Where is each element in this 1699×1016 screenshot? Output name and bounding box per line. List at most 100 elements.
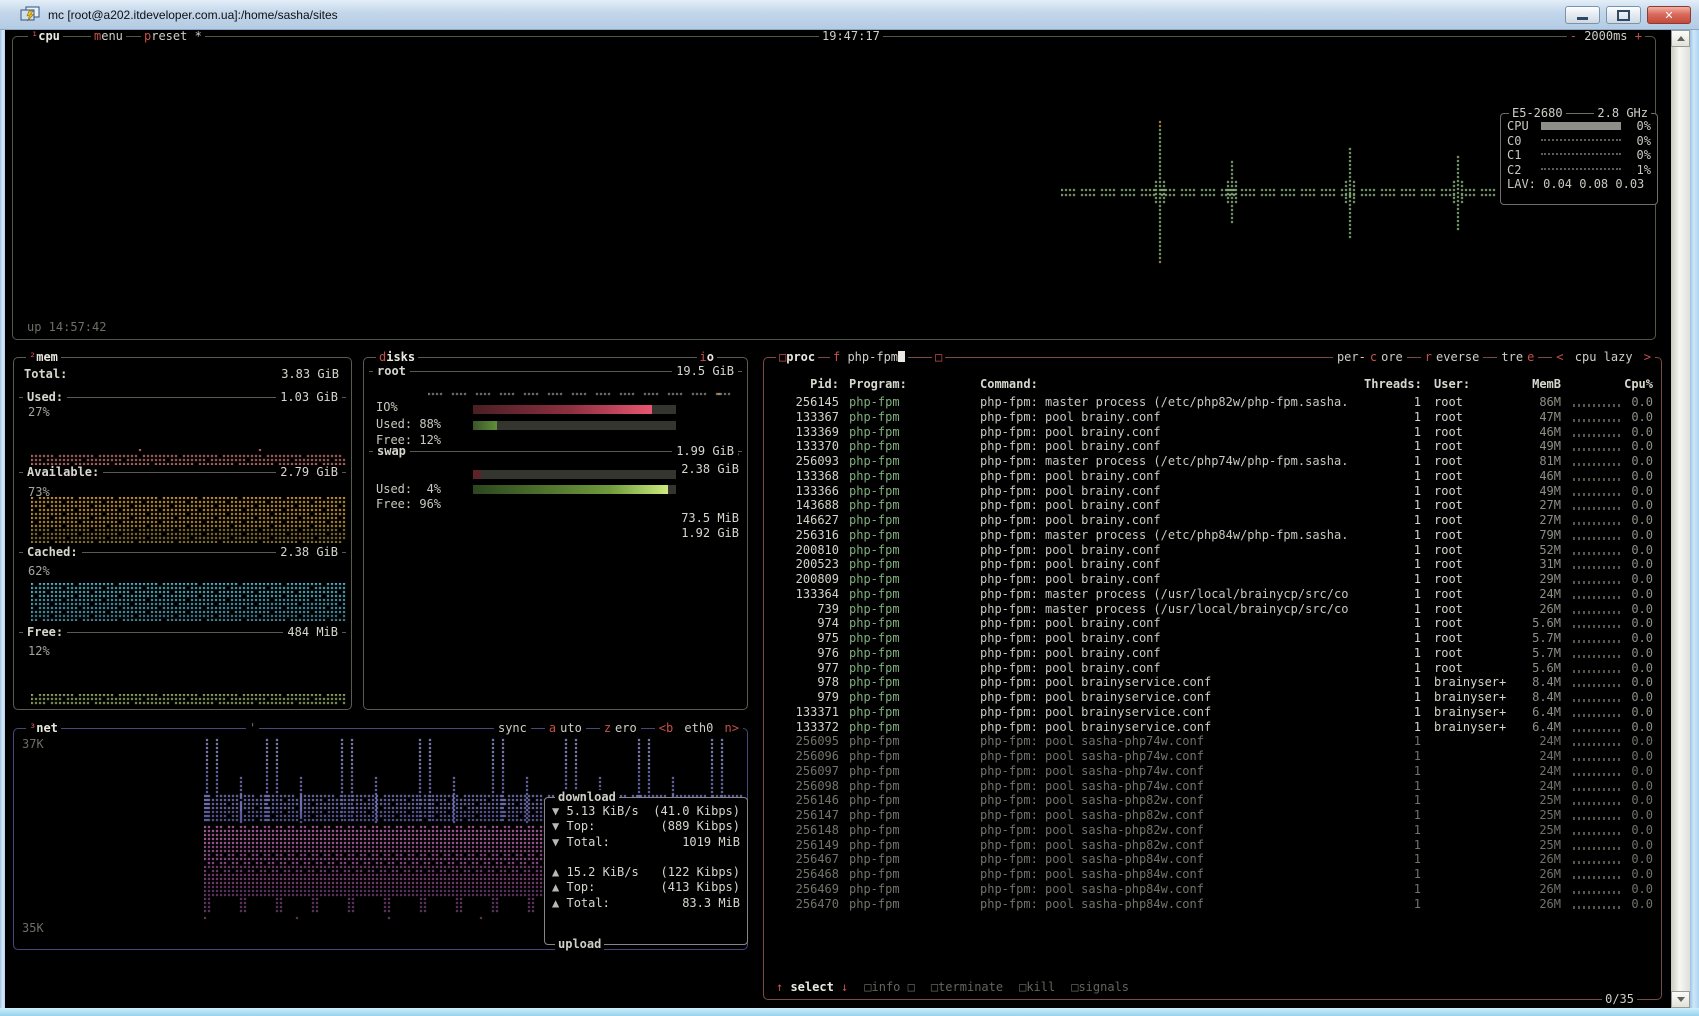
cell-threads: 1	[1364, 646, 1421, 661]
proc-row[interactable]: 133368php-fpmphp-fpm: pool brainy.conf1r…	[764, 469, 1661, 484]
proc-row[interactable]: 256145php-fpmphp-fpm: master process (/e…	[764, 395, 1661, 410]
disk-swap-size: 1.99 GiB	[672, 444, 738, 459]
sort-selector[interactable]: < cpu lazy >	[1552, 350, 1655, 365]
cell-pid: 200523	[772, 557, 839, 572]
core-value: 0%	[1627, 148, 1651, 163]
signals-button[interactable]: □signals	[1071, 980, 1129, 995]
proc-row[interactable]: 256468php-fpmphp-fpm: pool sasha-php84w.…	[764, 867, 1661, 882]
col-pid[interactable]: Pid:	[772, 377, 839, 392]
proc-row[interactable]: 133364php-fpmphp-fpm: master process (/u…	[764, 587, 1661, 602]
proc-row[interactable]: 979php-fpmphp-fpm: pool brainyservice.co…	[764, 690, 1661, 705]
cell-command: php-fpm: pool sasha-php84w.conf	[980, 882, 1204, 897]
cell-command: php-fpm: pool brainy.conf	[980, 439, 1161, 454]
col-cpu[interactable]: Cpu%	[1596, 377, 1653, 392]
proc-box-title[interactable]: □proc	[776, 350, 818, 365]
cpu-usage-graph	[1061, 113, 1496, 266]
kill-button[interactable]: □kill	[1019, 980, 1055, 995]
proc-row[interactable]: 256096php-fpmphp-fpm: pool sasha-php74w.…	[764, 749, 1661, 764]
cell-threads: 1	[1364, 882, 1421, 897]
proc-row[interactable]: 256470php-fpmphp-fpm: pool sasha-php84w.…	[764, 897, 1661, 912]
net-auto-toggle[interactable]: auto	[545, 721, 586, 736]
net-box: ³net ' sync auto zero <b eth0 n> 37K 35K…	[13, 728, 748, 950]
proc-row[interactable]: 256095php-fpmphp-fpm: pool sasha-php74w.…	[764, 734, 1661, 749]
cell-threads: 1	[1364, 838, 1421, 853]
proc-row[interactable]: 976php-fpmphp-fpm: pool brainy.conf1root…	[764, 646, 1661, 661]
col-program[interactable]: Program:	[849, 377, 907, 392]
menu-button[interactable]: menu	[91, 30, 126, 44]
scroll-up-button[interactable]	[1671, 30, 1690, 47]
proc-row[interactable]: 200523php-fpmphp-fpm: pool brainy.conf1r…	[764, 557, 1661, 572]
proc-row[interactable]: 133372php-fpmphp-fpm: pool brainyservice…	[764, 720, 1661, 735]
proc-row[interactable]: 256098php-fpmphp-fpm: pool sasha-php74w.…	[764, 779, 1661, 794]
col-command[interactable]: Command:	[980, 377, 1038, 392]
proc-row[interactable]: 256097php-fpmphp-fpm: pool sasha-php74w.…	[764, 764, 1661, 779]
col-threads[interactable]: Threads:	[1364, 377, 1421, 392]
cell-program: php-fpm	[849, 675, 900, 690]
cell-command: php-fpm: pool sasha-php84w.conf	[980, 897, 1204, 912]
proc-row[interactable]: 133369php-fpmphp-fpm: pool brainy.conf1r…	[764, 425, 1661, 440]
proc-row[interactable]: 256146php-fpmphp-fpm: pool sasha-php82w.…	[764, 793, 1661, 808]
cell-command: php-fpm: pool sasha-php82w.conf	[980, 823, 1204, 838]
cell-user: root	[1434, 410, 1463, 425]
proc-selection-counter: 0/35	[1602, 992, 1637, 1007]
terminate-button[interactable]: □terminate	[931, 980, 1003, 995]
scrollbar-track[interactable]	[1671, 30, 1690, 1008]
cpu-box-title[interactable]: ¹cpu	[28, 30, 63, 44]
tree-toggle[interactable]: tree	[1497, 350, 1538, 365]
proc-row[interactable]: 974php-fpmphp-fpm: pool brainy.conf1root…	[764, 616, 1661, 631]
cell-user: root	[1434, 543, 1463, 558]
col-mem[interactable]: MemB	[1506, 377, 1561, 392]
window-titlebar[interactable]: mc [root@a202.itdeveloper.com.ua]:/home/…	[0, 0, 1699, 30]
proc-row[interactable]: 133367php-fpmphp-fpm: pool brainy.conf1r…	[764, 410, 1661, 425]
proc-row[interactable]: 256149php-fpmphp-fpm: pool sasha-php82w.…	[764, 838, 1661, 853]
core-value: 0%	[1627, 134, 1651, 149]
proc-row[interactable]: 978php-fpmphp-fpm: pool brainyservice.co…	[764, 675, 1661, 690]
proc-filter-input[interactable]: f php-fpm	[830, 350, 908, 365]
col-user[interactable]: User:	[1434, 377, 1470, 392]
proc-row[interactable]: 977php-fpmphp-fpm: pool brainy.conf1root…	[764, 661, 1661, 676]
proc-row[interactable]: 256316php-fpmphp-fpm: master process (/e…	[764, 528, 1661, 543]
preset-button[interactable]: preset *	[141, 30, 205, 44]
swap-free-value: 1.92 GiB	[681, 526, 739, 541]
update-interval-control[interactable]: - 2000ms +	[1567, 30, 1645, 44]
proc-row[interactable]: 133370php-fpmphp-fpm: pool brainy.conf1r…	[764, 439, 1661, 454]
net-sync-toggle[interactable]: sync	[494, 721, 531, 736]
proc-row[interactable]: 146627php-fpmphp-fpm: pool brainy.conf1r…	[764, 513, 1661, 528]
mem-free-label: Free:	[23, 625, 67, 640]
cell-threads: 1	[1364, 852, 1421, 867]
proc-row[interactable]: 133371php-fpmphp-fpm: pool brainyservice…	[764, 705, 1661, 720]
download-total-value: 1019 MiB	[682, 835, 740, 850]
net-zero-toggle[interactable]: zero	[600, 721, 641, 736]
minimize-button[interactable]	[1565, 6, 1600, 24]
proc-row[interactable]: 256469php-fpmphp-fpm: pool sasha-php84w.…	[764, 882, 1661, 897]
cell-command: php-fpm: master process (/usr/local/brai…	[980, 587, 1348, 602]
net-box-title[interactable]: ³net	[26, 721, 61, 736]
select-control[interactable]: ↑ select ↓	[776, 980, 848, 995]
cell-cpu: 0.0	[1596, 838, 1653, 853]
proc-row[interactable]: 143688php-fpmphp-fpm: pool brainy.conf1r…	[764, 498, 1661, 513]
swap-free-label: Free: 96%	[376, 497, 441, 512]
proc-row[interactable]: 256467php-fpmphp-fpm: pool sasha-php84w.…	[764, 852, 1661, 867]
scroll-down-button[interactable]	[1671, 991, 1690, 1008]
maximize-button[interactable]	[1606, 6, 1641, 24]
proc-row[interactable]: 256093php-fpmphp-fpm: master process (/e…	[764, 454, 1661, 469]
io-mode-toggle[interactable]: io	[697, 350, 717, 365]
cell-program: php-fpm	[849, 631, 900, 646]
info-button[interactable]: □info □	[864, 980, 915, 995]
proc-row[interactable]: 256147php-fpmphp-fpm: pool sasha-php82w.…	[764, 808, 1661, 823]
net-interface-switch[interactable]: <b eth0 n>	[655, 721, 743, 736]
close-button[interactable]: ✕	[1647, 6, 1691, 24]
proc-row[interactable]: 739php-fpmphp-fpm: master process (/usr/…	[764, 602, 1661, 617]
per-core-toggle[interactable]: per-core	[1333, 350, 1407, 365]
disks-box-title[interactable]: disks	[376, 350, 418, 365]
proc-row[interactable]: 200810php-fpmphp-fpm: pool brainy.conf1r…	[764, 543, 1661, 558]
proc-row[interactable]: 133366php-fpmphp-fpm: pool brainy.conf1r…	[764, 484, 1661, 499]
mem-box-title[interactable]: ²mem	[26, 350, 61, 365]
cell-user: root	[1434, 616, 1463, 631]
proc-row[interactable]: 975php-fpmphp-fpm: pool brainy.conf1root…	[764, 631, 1661, 646]
upload-title: upload	[555, 937, 604, 952]
proc-row[interactable]: 256148php-fpmphp-fpm: pool sasha-php82w.…	[764, 823, 1661, 838]
reverse-toggle[interactable]: reverse	[1421, 350, 1484, 365]
proc-row[interactable]: 200809php-fpmphp-fpm: pool brainy.conf1r…	[764, 572, 1661, 587]
cell-user: brainyser+	[1434, 675, 1506, 690]
